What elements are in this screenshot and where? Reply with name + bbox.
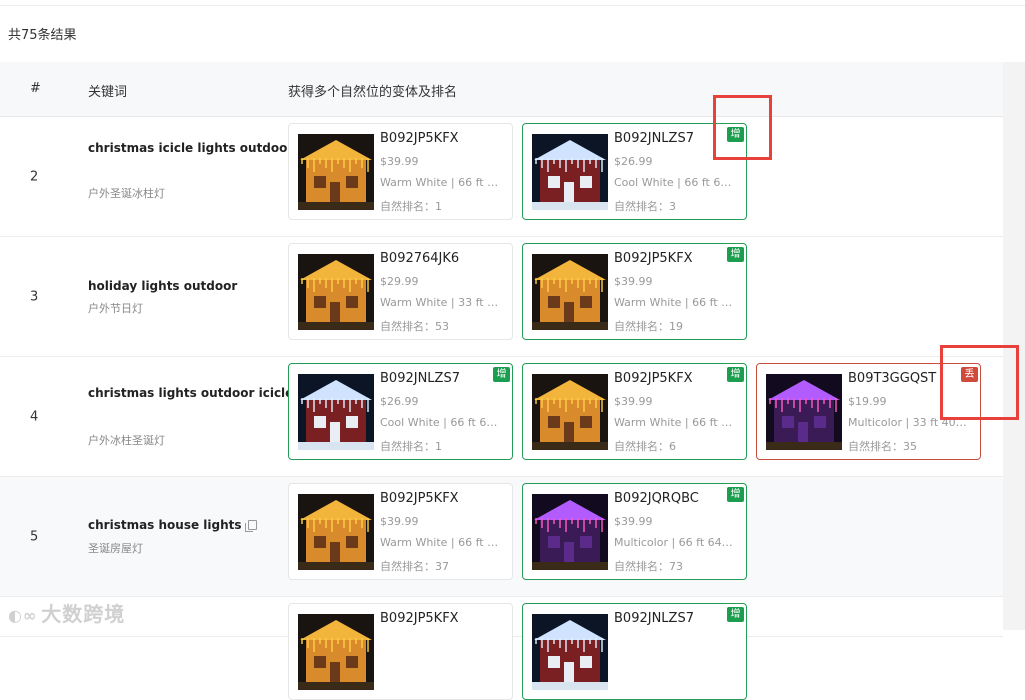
table-row: 2 christmas icicle lights outdoor 户外圣诞冰柱灯 … <box>0 117 1003 237</box>
keyword-translation: 户外圣诞冰柱灯 <box>88 187 165 200</box>
organic-rank: 自然排名：19 <box>614 320 683 333</box>
keyword-translation: 户外节日灯 <box>88 302 143 315</box>
asin[interactable]: B092JNLZS7 <box>380 371 460 386</box>
variant-card[interactable]: B092JNLZS7 $26.99 Cool White | 66 ft 640 L… <box>288 363 513 460</box>
product-thumbnail[interactable] <box>532 374 608 450</box>
highlight-box-lost <box>940 345 1019 420</box>
copy-icon[interactable] <box>244 520 257 532</box>
variant-desc: Cool White | 66 ft 640 LED <box>614 176 738 189</box>
row-index: 3 <box>30 289 39 304</box>
product-thumbnail[interactable] <box>298 254 374 330</box>
asin[interactable]: B092JNLZS7 <box>614 611 694 626</box>
price: $39.99 <box>614 275 653 288</box>
watermark-logo: ◐∞ <box>8 606 38 625</box>
result-count: 共75条结果 <box>8 28 77 43</box>
variant-card[interactable]: B092JP5KFX $39.99 Warm White | 66 ft 640 L… <box>288 123 513 220</box>
organic-rank: 自然排名：3 <box>614 200 676 213</box>
watermark-text: 大数跨境 <box>41 602 126 626</box>
variant-card[interactable]: B092JP5KFX $39.99 Warm White | 66 ft 640 L… <box>522 363 747 460</box>
price: $19.99 <box>848 395 887 408</box>
asin[interactable]: B092JP5KFX <box>380 611 459 626</box>
keyword-text[interactable]: christmas lights outdoor icicle <box>88 386 293 400</box>
variant-card[interactable]: B092JP5KFX $39.99 Warm White | 66 ft 640 L… <box>288 483 513 580</box>
variant-card[interactable]: B092JP5KFX $39.99 Warm White | 66 ft 640 L… <box>522 243 747 340</box>
product-thumbnail[interactable] <box>298 374 374 450</box>
organic-rank: 自然排名：1 <box>380 440 442 453</box>
keyword-label: christmas house lights <box>88 518 242 532</box>
gained-badge: 增 <box>727 367 744 382</box>
header-index: # <box>30 81 41 96</box>
price: $39.99 <box>380 155 419 168</box>
organic-rank: 自然排名：6 <box>614 440 676 453</box>
variant-desc: Warm White | 66 ft 640 LED <box>380 176 504 189</box>
price: $26.99 <box>614 155 653 168</box>
table-body: 2 christmas icicle lights outdoor 户外圣诞冰柱灯 … <box>0 117 1003 700</box>
variant-card[interactable]: B092JP5KFX <box>288 603 513 700</box>
top-divider <box>0 0 1025 6</box>
price: $39.99 <box>614 515 653 528</box>
variant-desc: Warm White | 33 ft 400 LED <box>380 296 504 309</box>
keyword-label: christmas icicle lights outdoor <box>88 141 294 155</box>
variant-card[interactable]: B092JQRQBC $39.99 Multicolor | 66 ft 640 L… <box>522 483 747 580</box>
keyword-text[interactable]: holiday lights outdoor <box>88 279 273 293</box>
table-row: 4 christmas lights outdoor icicle 户外冰柱圣诞灯 … <box>0 357 1003 477</box>
highlight-box-add <box>713 95 772 160</box>
price: $26.99 <box>380 395 419 408</box>
gained-badge: 增 <box>493 367 510 382</box>
watermark: ◐∞ 大数跨境 <box>8 598 125 627</box>
row-index: 4 <box>30 409 39 424</box>
row-index: 2 <box>30 169 39 184</box>
product-thumbnail[interactable] <box>766 374 842 450</box>
asin[interactable]: B092JQRQBC <box>614 491 699 506</box>
asin[interactable]: B092JNLZS7 <box>614 131 694 146</box>
keyword-translation: 户外冰柱圣诞灯 <box>88 434 165 447</box>
table-row: 3 holiday lights outdoor 户外节日灯 B092764JK6 $… <box>0 237 1003 357</box>
table-header: # 关键词 获得多个自然位的变体及排名 <box>0 62 1003 117</box>
gained-badge: 增 <box>727 607 744 622</box>
asin[interactable]: B09T3GGQST <box>848 371 936 386</box>
variant-card[interactable]: B092764JK6 $29.99 Warm White | 33 ft 400 L… <box>288 243 513 340</box>
keyword-table: # 关键词 获得多个自然位的变体及排名 2 christmas icicle li… <box>0 62 1003 700</box>
asin[interactable]: B092JP5KFX <box>614 371 693 386</box>
table-row: 5 christmas house lights 圣诞房屋灯 B092JP5KFX $… <box>0 477 1003 597</box>
asin[interactable]: B092JP5KFX <box>380 491 459 506</box>
keyword-text[interactable]: christmas icicle lights outdoor <box>88 141 293 155</box>
gained-badge: 增 <box>727 247 744 262</box>
keyword-label: holiday lights outdoor <box>88 279 238 293</box>
keyword-translation: 圣诞房屋灯 <box>88 542 143 555</box>
organic-rank: 自然排名：35 <box>848 440 917 453</box>
organic-rank: 自然排名：1 <box>380 200 442 213</box>
variant-desc: Cool White | 66 ft 640 LED <box>380 416 504 429</box>
variant-desc: Warm White | 66 ft 640 LED <box>380 536 504 549</box>
organic-rank: 自然排名：73 <box>614 560 683 573</box>
price: $39.99 <box>614 395 653 408</box>
price: $39.99 <box>380 515 419 528</box>
product-thumbnail[interactable] <box>532 134 608 210</box>
header-keyword: 关键词 <box>88 85 128 100</box>
asin[interactable]: B092JP5KFX <box>380 131 459 146</box>
table-row: B092JP5KFX B092JNLZS7 增 <box>0 597 1003 700</box>
variant-desc: Multicolor | 66 ft 640 LED <box>614 536 738 549</box>
product-thumbnail[interactable] <box>532 494 608 570</box>
row-index: 5 <box>30 529 39 544</box>
product-thumbnail[interactable] <box>532 614 608 690</box>
organic-rank: 自然排名：53 <box>380 320 449 333</box>
variant-desc: Warm White | 66 ft 640 LED <box>614 296 738 309</box>
keyword-text[interactable]: christmas house lights <box>88 518 273 532</box>
organic-rank: 自然排名：37 <box>380 560 449 573</box>
product-thumbnail[interactable] <box>298 494 374 570</box>
keyword-label: christmas lights outdoor icicle <box>88 386 294 400</box>
variant-card[interactable]: B092JNLZS7 增 <box>522 603 747 700</box>
variant-desc: Warm White | 66 ft 640 LED <box>614 416 738 429</box>
product-thumbnail[interactable] <box>298 614 374 690</box>
product-thumbnail[interactable] <box>532 254 608 330</box>
gained-badge: 增 <box>727 487 744 502</box>
asin[interactable]: B092JP5KFX <box>614 251 693 266</box>
product-thumbnail[interactable] <box>298 134 374 210</box>
header-variants: 获得多个自然位的变体及排名 <box>288 85 458 100</box>
price: $29.99 <box>380 275 419 288</box>
asin[interactable]: B092764JK6 <box>380 251 459 266</box>
